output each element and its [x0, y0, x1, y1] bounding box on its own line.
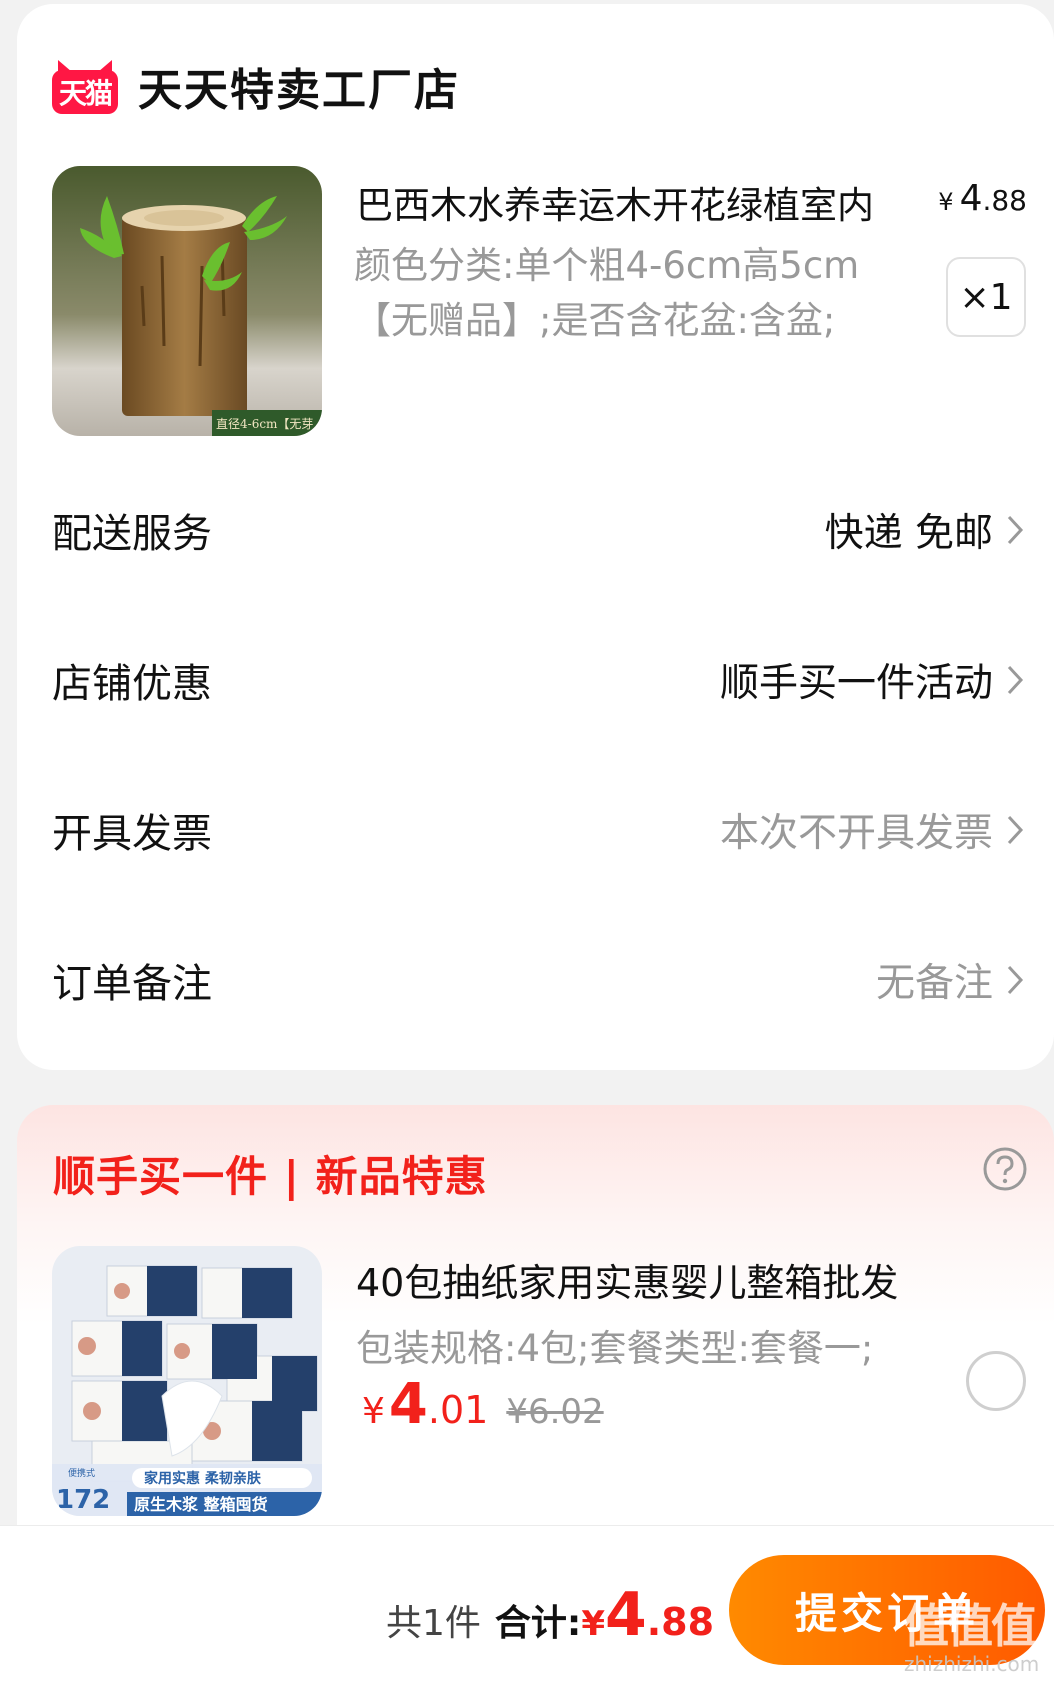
promo-image-count-label: 便携式 [68, 1467, 95, 1479]
promo-image-banner-bottom: 原生木浆 整箱囤货 [134, 1495, 268, 1514]
product-price-int: 4 [959, 178, 983, 219]
delivery-label: 配送服务 [52, 511, 212, 557]
invoice-row[interactable]: 开具发票 本次不开具发票 [52, 795, 1027, 865]
chevron-right-icon [1007, 665, 1024, 695]
order-note-label: 订单备注 [52, 961, 212, 1007]
order-total: 共1件 合计: ¥ 4 .88 [386, 1580, 714, 1650]
promo-product-price: ¥ 4 .01 ¥6.02 [362, 1372, 604, 1437]
product-title[interactable]: 巴西木水养幸运木开花绿植室内 [356, 175, 874, 229]
promo-product-spec[interactable]: 包装规格:4包;套餐类型:套餐一; [356, 1318, 873, 1372]
quantity-button[interactable]: ×1 [946, 257, 1026, 337]
product-image-caption: 直径4-6cm【无芽 [216, 417, 313, 431]
product-price-symbol: ¥ [938, 188, 954, 216]
chevron-right-icon [1007, 515, 1024, 545]
promo-image-banner-top: 家用实惠 柔韧亲肤 [144, 1470, 262, 1487]
total-symbol: ¥ [581, 1604, 605, 1644]
delivery-row[interactable]: 配送服务 快递 免邮 [52, 495, 1027, 565]
invoice-label: 开具发票 [52, 811, 212, 857]
promo-original-price: ¥6.02 [506, 1392, 604, 1432]
delivery-value: 快递 免邮 [824, 511, 993, 556]
shop-header[interactable]: 天猫 天天特卖工厂店 [52, 54, 460, 118]
promo-price-int: 4 [388, 1372, 428, 1437]
shop-discount-value: 顺手买一件活动 [719, 661, 993, 706]
product-price: ¥4.88 [938, 178, 1027, 219]
item-count: 共1件 [386, 1603, 481, 1644]
promo-product-image[interactable]: 家用实惠 柔韧亲肤 原生木浆 整箱囤货 便携式 172 [52, 1246, 322, 1516]
invoice-value: 本次不开具发票 [719, 811, 993, 856]
watermark-url: zhizhizhi.com [904, 1652, 1040, 1676]
order-note-row[interactable]: 订单备注 无备注 [52, 945, 1027, 1015]
promo-image-count: 172 [56, 1485, 110, 1515]
tmall-badge: 天猫 [52, 70, 118, 114]
shop-discount-label: 店铺优惠 [52, 661, 212, 707]
promo-price-symbol: ¥ [362, 1391, 385, 1432]
total-label: 合计: [494, 1603, 582, 1644]
shop-name[interactable]: 天天特卖工厂店 [138, 54, 460, 118]
watermark-logo: 值值值 [903, 1599, 1037, 1653]
order-note-value: 无备注 [875, 961, 993, 1006]
help-icon[interactable] [982, 1146, 1028, 1192]
shop-discount-row[interactable]: 店铺优惠 顺手买一件活动 [52, 645, 1027, 715]
total-dec: .88 [646, 1600, 715, 1644]
product-price-dec: .88 [982, 184, 1027, 217]
product-image[interactable]: 直径4-6cm【无芽 [52, 166, 322, 436]
tmall-logo-icon: 天猫 [52, 58, 118, 114]
chevron-right-icon [1007, 965, 1024, 995]
product-spec[interactable]: 颜色分类:单个粗4-6cm高5cm【无赠品】;是否含花盆:含盆; [354, 238, 914, 348]
promo-product-title[interactable]: 40包抽纸家用实惠婴儿整箱批发 [356, 1252, 898, 1307]
promo-select-radio[interactable] [966, 1351, 1026, 1411]
total-int: 4 [604, 1580, 647, 1650]
promo-price-dec: .01 [427, 1388, 489, 1432]
promo-title: 顺手买一件 | 新品特惠 [53, 1152, 488, 1201]
chevron-right-icon [1007, 815, 1024, 845]
